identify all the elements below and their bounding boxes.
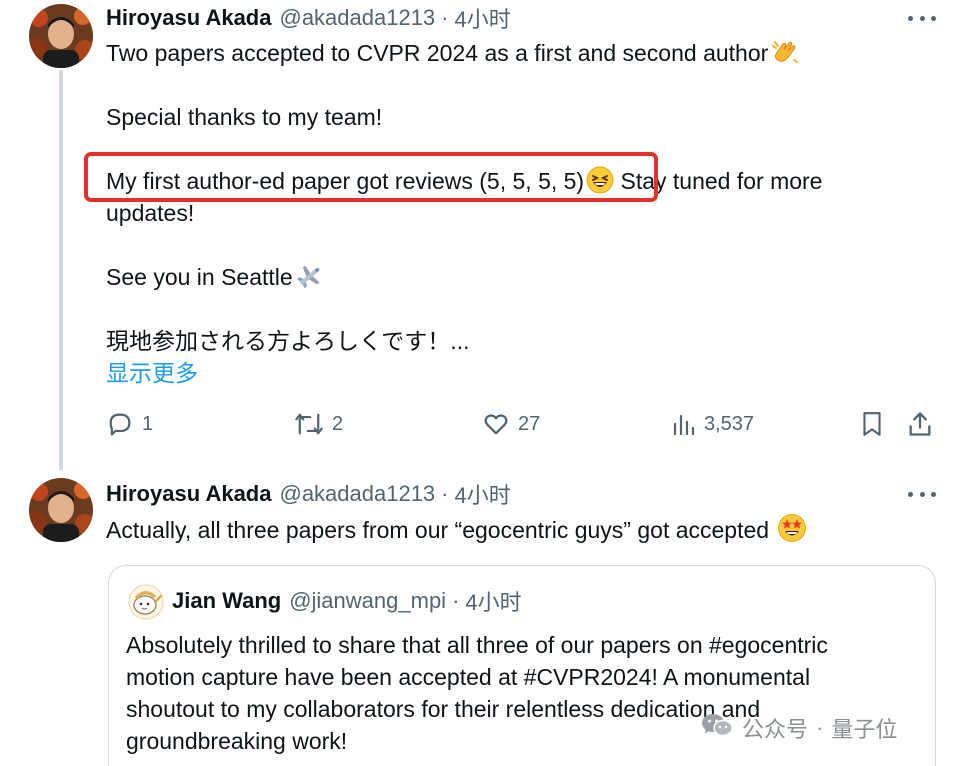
quote-header: Jian Wang @jianwang_mpi · 4小时 — [172, 586, 522, 616]
show-more-link[interactable]: 显示更多 — [106, 357, 198, 389]
tweet1-text-line: Special thanks to my team! — [106, 101, 382, 133]
retweet-count: 2 — [332, 412, 344, 435]
tweet2-header: Hiroyasu Akada @akadada1213 · 4小时 — [106, 479, 511, 509]
quote-avatar[interactable] — [128, 584, 164, 620]
watermark-source: 公众号 — [742, 717, 809, 742]
quote-text-line: motion capture have been accepted at #CV… — [126, 664, 811, 690]
quote-author-handle[interactable]: @jianwang_mpi — [289, 588, 446, 614]
clapping-hands-icon — [770, 38, 800, 74]
tweet1-text-line: My first author-ed paper got reviews (5,… — [106, 165, 822, 202]
reply-count: 1 — [142, 412, 154, 435]
star-struck-icon — [777, 513, 807, 551]
quote-post-time[interactable]: 4小时 — [465, 585, 521, 617]
bar-chart-icon — [672, 410, 696, 438]
like-button[interactable]: 27 — [482, 408, 540, 440]
thread-connector-line — [59, 70, 63, 470]
wechat-watermark: 公众号 · 量子位 — [700, 712, 897, 744]
tweet2-text-content: Actually, all three papers from our “ego… — [106, 517, 770, 543]
watermark-account: 量子位 — [831, 717, 898, 742]
more-options-icon[interactable] — [906, 8, 938, 28]
author-handle[interactable]: @akadada1213 — [279, 5, 435, 31]
post-time[interactable]: 4小时 — [455, 478, 511, 510]
tweet1-line-6: 現地参加される方よろしくです！... — [106, 328, 470, 354]
tweet1-line-3b: Stay tuned for more — [614, 168, 823, 194]
bookmark-icon — [859, 410, 885, 438]
tweet2-text: Actually, all three papers from our “ego… — [106, 513, 807, 551]
author-handle[interactable]: @akadada1213 — [279, 481, 435, 507]
share-button[interactable] — [906, 408, 934, 440]
separator-dot: · — [441, 5, 449, 30]
like-count: 27 — [518, 412, 541, 435]
bookmark-button[interactable] — [859, 408, 885, 440]
tweet1-line-5: See you in Seattle — [106, 264, 293, 290]
tweet1-text-line: 現地参加される方よろしくです！... — [106, 325, 469, 357]
wechat-icon — [700, 711, 734, 745]
reply-icon — [106, 410, 134, 438]
reply-button[interactable]: 1 — [106, 408, 153, 440]
avatar-hiroyasu[interactable] — [29, 4, 93, 68]
tweet1-header: Hiroyasu Akada @akadada1213 · 4小时 — [106, 3, 511, 33]
post-time[interactable]: 4小时 — [455, 2, 511, 34]
share-icon — [906, 410, 934, 438]
watermark-separator: · — [816, 715, 824, 740]
grinning-squinting-face-icon — [586, 166, 614, 202]
tweet1-line-4: updates! — [106, 200, 195, 226]
avatar-hiroyasu[interactable] — [29, 478, 93, 542]
heart-icon — [482, 410, 510, 438]
more-options-icon[interactable] — [906, 484, 938, 504]
retweet-button[interactable]: 2 — [294, 408, 343, 440]
tweet1-text-line: Two papers accepted to CVPR 2024 as a fi… — [106, 37, 800, 74]
tweet1-text-line: See you in Seattle — [106, 261, 325, 298]
separator-dot: · — [452, 588, 460, 613]
tweet1-line-3: My first author-ed paper got reviews (5,… — [106, 168, 585, 194]
views-count: 3,537 — [704, 412, 755, 435]
author-name[interactable]: Hiroyasu Akada — [106, 481, 271, 507]
tweet1-line-1: Two papers accepted to CVPR 2024 as a fi… — [106, 40, 769, 66]
views-button[interactable]: 3,537 — [672, 408, 754, 440]
author-name[interactable]: Hiroyasu Akada — [106, 5, 271, 31]
quote-text-line: shoutout to my collaborators for their r… — [126, 696, 761, 722]
quote-author-name[interactable]: Jian Wang — [172, 588, 281, 614]
tweet1-line-2: Special thanks to my team! — [106, 104, 383, 130]
quote-text-line: groundbreaking work! — [126, 728, 348, 754]
tweet1-text-line: updates! — [106, 197, 194, 229]
quote-text-line: Absolutely thrilled to share that all th… — [126, 632, 828, 658]
separator-dot: · — [441, 481, 449, 506]
airplane-icon — [295, 262, 325, 298]
retweet-icon — [294, 410, 324, 438]
